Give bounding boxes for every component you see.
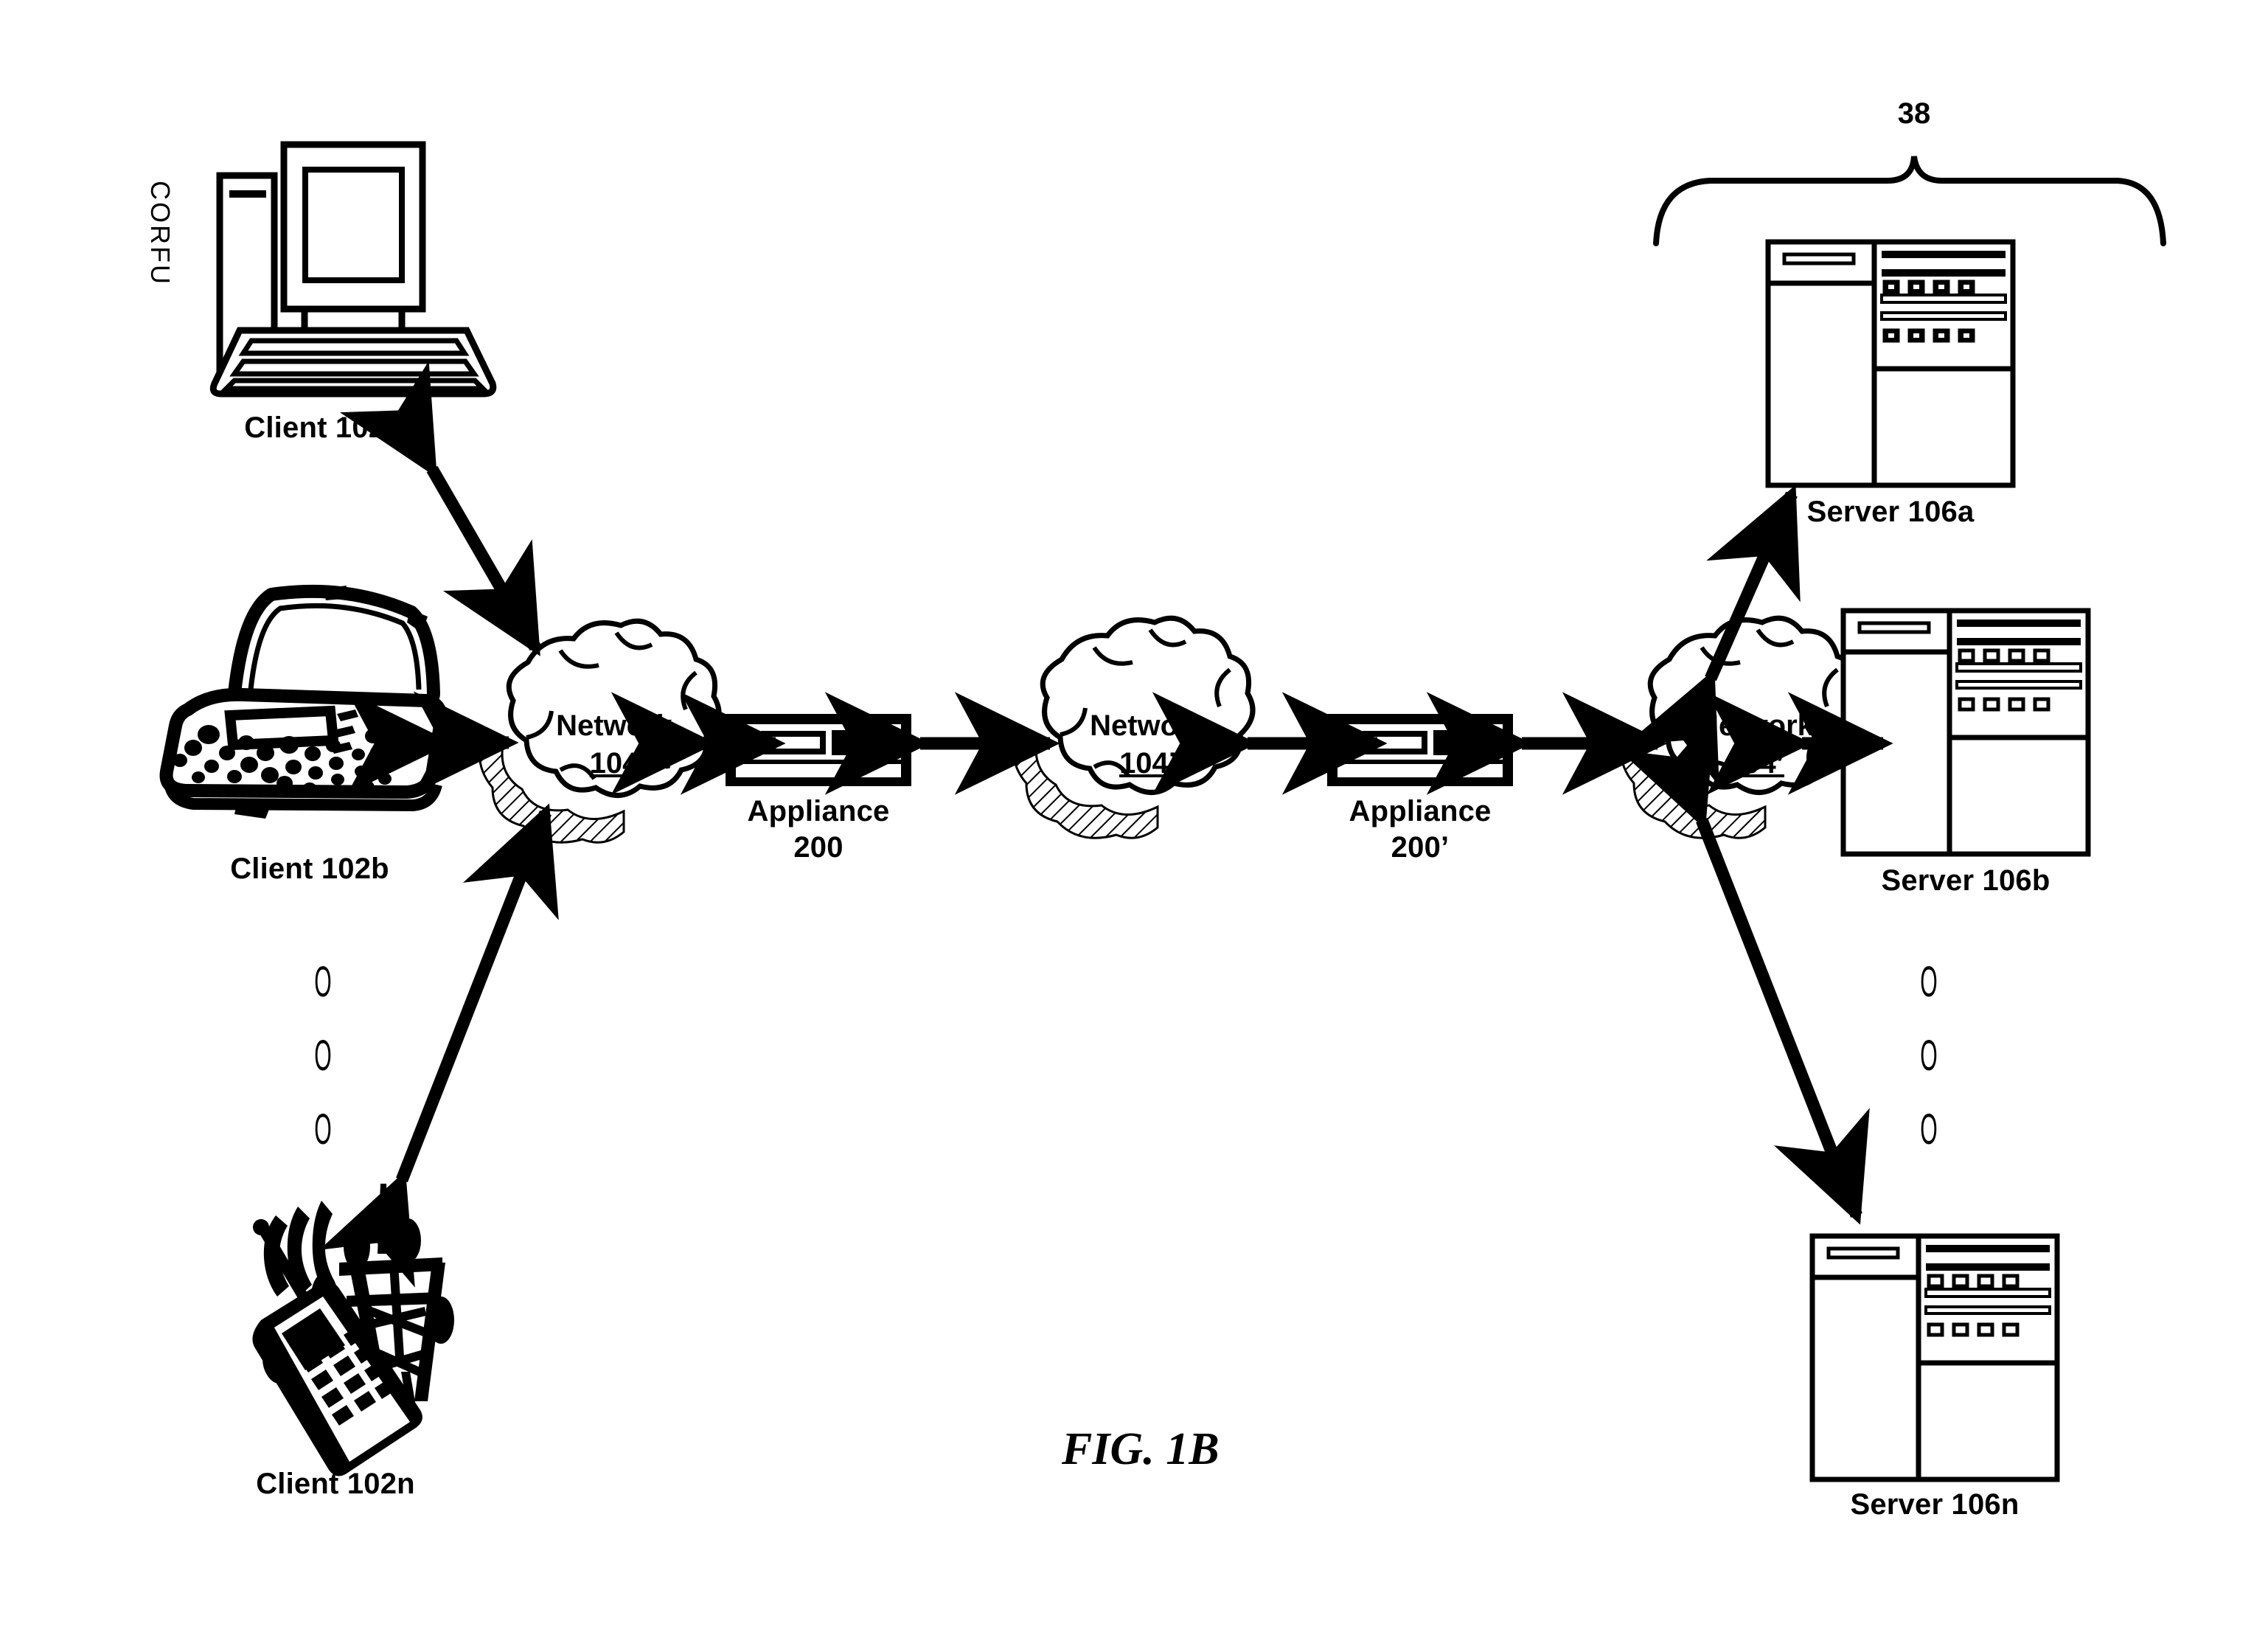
arrow-client102a-network104 [339,361,541,656]
appliance-200-prime-name: Appliance [1349,795,1492,827]
figure-caption: FIG. 1B [1062,1424,1220,1474]
network-104-prime-mid-name: Network [1090,709,1206,742]
appliance-200-prime-ref: 200’ [1391,831,1450,864]
network-104-prime-right-name: Network [1697,709,1814,742]
server-group-ref-38: 38 [1897,97,1931,130]
client-ellipsis-dot-2: O [314,1032,332,1080]
mobile-phone-tower-icon [252,1184,454,1476]
server-ellipsis-dot-3: O [1920,1106,1938,1153]
server-ellipsis-dot-1: O [1920,958,1938,1006]
network-104-prime-right-ref: 104’ [1727,747,1784,780]
server-tower-icon-106n [1809,1233,2060,1482]
patent-figure-1b: CORFU 38 Client 102a Client 102b Client … [0,0,2268,1652]
laptop-computer-icon [159,584,448,819]
arrow-network104primeright-server106n [1618,712,1870,1225]
client-ellipsis-dot-3: O [314,1106,332,1153]
server-tower-icon-106b [1840,608,2091,857]
network-104-name: Network [556,709,672,742]
server-106a-label: Server 106a [1806,496,1975,528]
diagram-vector-layer [159,141,2166,1482]
network-appliance-icon-200 [726,714,911,786]
server-tower-icon-106a [1765,239,2016,488]
client-102b-label: Client 102b [230,853,389,885]
arrow-client102n-network104 [319,803,559,1288]
appliance-200-name: Appliance [747,795,890,827]
client-102a-label: Client 102a [244,412,402,444]
client-102n-label: Client 102n [256,1468,415,1500]
client-ellipsis-dot-1: O [314,958,332,1006]
connection-arrows [319,361,1893,1288]
server-106b-label: Server 106b [1881,864,2050,897]
appliance-200-ref: 200 [793,831,843,864]
desktop-computer-icon [209,141,497,398]
server-106n-label: Server 106n [1850,1488,2020,1521]
server-ellipsis-dot-2: O [1920,1032,1938,1080]
server-group-brace [1653,156,2166,246]
network-104-ref: 104 [589,747,639,780]
network-appliance-icon-200-prime [1327,714,1513,786]
corfu-watermark: CORFU [145,181,175,286]
network-104-prime-mid-ref: 104’ [1119,747,1177,780]
